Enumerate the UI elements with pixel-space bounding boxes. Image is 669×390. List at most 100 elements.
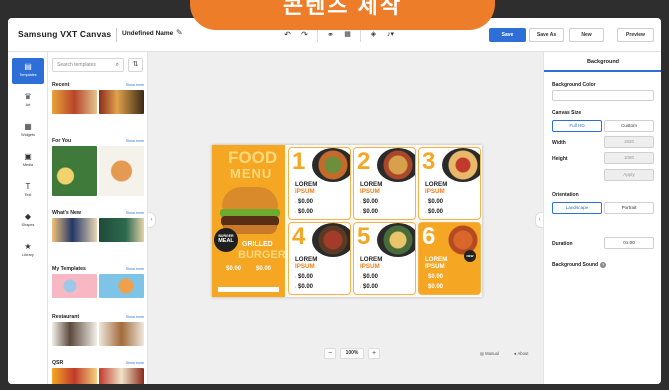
menu-poster[interactable]: FOOD MENU BURGER MEAL GRILLED BURGER $0.…	[212, 145, 482, 297]
template-thumbnail[interactable]	[99, 146, 144, 196]
menu-card[interactable]: 6 NEW LOREM IPSUM ▪ $0.00 ▪ $0.00	[418, 222, 481, 295]
bg-color-input[interactable]	[552, 90, 654, 101]
link-icon[interactable]: ⚭	[323, 28, 338, 42]
portrait-button[interactable]: Portrait	[604, 202, 654, 214]
duration-label: Duration	[552, 241, 573, 247]
rail-label: Library	[22, 253, 34, 257]
new-button[interactable]: New	[569, 28, 604, 42]
rail-item-text[interactable]: T Text	[12, 178, 44, 204]
price-row: ▪ $0.00	[295, 199, 313, 205]
collapse-right-icon[interactable]: ›	[535, 212, 543, 228]
brand-logo: Samsung VXT Canvas	[18, 29, 112, 39]
divider	[116, 28, 117, 42]
hero-price: $0.00	[226, 266, 242, 272]
card-number: 4	[292, 223, 306, 250]
card-price: $0.00	[298, 284, 314, 290]
card-title: LOREM IPSUM	[425, 181, 447, 195]
rail-item-templates[interactable]: ▤ Templates	[12, 58, 44, 84]
price-tag: ▪	[295, 210, 296, 214]
rail-label: Art	[25, 103, 31, 107]
menu-card[interactable]: 2 LOREM IPSUM ▪ $0.00 ▪ $0.00	[353, 147, 416, 220]
price-row: ▪ $0.00	[295, 284, 313, 290]
about-link[interactable]: ● About	[514, 351, 528, 356]
bg-sound-text: Background Sound	[552, 262, 599, 268]
menu-card[interactable]: 1 LOREM IPSUM ▪ $0.00 ▪ $0.00	[288, 147, 351, 220]
hero-menu-text: MENU	[230, 166, 273, 181]
template-thumbnail[interactable]	[99, 322, 144, 346]
canvas-size-label: Canvas Size	[552, 110, 582, 116]
rail-item-art[interactable]: ♛ Art	[12, 88, 44, 114]
show-more-link[interactable]: Show more	[126, 211, 144, 215]
rail-item-media[interactable]: ▣ Media	[12, 148, 44, 174]
template-thumbnail[interactable]	[52, 368, 97, 384]
help-icon[interactable]: ?	[600, 262, 607, 268]
price-tag: ▪	[360, 210, 361, 214]
show-more-link[interactable]: Show more	[126, 267, 144, 271]
template-thumbnail[interactable]	[52, 274, 97, 298]
rail-item-shapes[interactable]: ◆ Shapes	[12, 208, 44, 234]
show-more-link[interactable]: Show more	[126, 139, 144, 143]
panel-tab-background[interactable]: Background	[544, 52, 661, 72]
hero-panel[interactable]: FOOD MENU BURGER MEAL GRILLED BURGER $0.…	[212, 145, 286, 297]
undo-icon[interactable]: ↶	[280, 28, 295, 42]
width-input[interactable]: 1920	[604, 136, 654, 148]
card-price: $0.00	[298, 274, 314, 280]
custom-button[interactable]: Custom	[604, 120, 654, 132]
preview-button[interactable]: Preview	[617, 28, 654, 42]
card-price: $0.00	[298, 209, 314, 215]
menu-card[interactable]: 3 LOREM IPSUM ▪ $0.00 ▪ $0.00	[418, 147, 481, 220]
card-price: $0.00	[363, 274, 379, 280]
orientation-label: Orientation	[552, 192, 579, 198]
show-more-link[interactable]: Show more	[126, 361, 144, 365]
menu-card[interactable]: 4 LOREM IPSUM ▪ $0.00 ▪ $0.00	[288, 222, 351, 295]
dish-image	[377, 223, 415, 257]
template-thumbnail[interactable]	[52, 218, 97, 242]
manual-link[interactable]: ▤ Manual	[480, 351, 499, 356]
layers-icon[interactable]: ◈	[366, 28, 381, 42]
zoom-in-button[interactable]: +	[368, 348, 380, 359]
template-thumbnail[interactable]	[99, 368, 144, 384]
duration-input[interactable]: 01:00	[604, 237, 654, 249]
collapse-left-icon[interactable]: ‹	[148, 212, 156, 228]
pencil-icon[interactable]: ✎	[176, 28, 183, 37]
template-thumbnail[interactable]	[52, 322, 97, 346]
price-tag: ▪	[360, 285, 361, 289]
height-input[interactable]: 1080	[604, 152, 654, 164]
card-title-line1: LOREM	[425, 181, 448, 188]
divider	[317, 28, 318, 42]
search-icon[interactable]: ⌕	[116, 59, 119, 71]
filter-icon[interactable]: ⇅	[128, 58, 143, 72]
document-name[interactable]: Undefined Name	[122, 30, 173, 37]
template-thumbnail[interactable]	[52, 90, 97, 114]
menu-card[interactable]: 5 LOREM IPSUM ▪ $0.00 ▪ $0.00	[353, 222, 416, 295]
dish-image	[312, 223, 350, 257]
card-title-line2: IPSUM	[360, 263, 380, 270]
search-input[interactable]: Search templates ⌕	[52, 58, 124, 72]
zoom-level[interactable]: 100%	[340, 348, 364, 359]
zoom-out-button[interactable]: −	[324, 348, 336, 359]
apply-button[interactable]: Apply	[604, 169, 654, 181]
landscape-button[interactable]: Landscape	[552, 202, 602, 214]
section-title: Recent	[52, 82, 70, 88]
rail-item-library[interactable]: ★ Library	[12, 238, 44, 264]
canvas-area[interactable]: ‹ › FOOD MENU BURGER MEAL GRILLED BURGER…	[148, 52, 543, 384]
templates-icon: ▤	[24, 62, 32, 71]
redo-icon[interactable]: ↷	[297, 28, 312, 42]
rail-item-widgets[interactable]: ▦ Widgets	[12, 118, 44, 144]
grid-icon[interactable]: ▦	[340, 28, 355, 42]
template-thumbnail[interactable]	[52, 146, 97, 196]
price-tag: ▪	[425, 275, 426, 279]
show-more-link[interactable]: Show more	[126, 315, 144, 319]
template-thumbnail[interactable]	[99, 218, 144, 242]
template-thumbnail[interactable]	[99, 90, 144, 114]
save-as-button[interactable]: Save As	[529, 28, 564, 42]
show-more-link[interactable]: Show more	[126, 83, 144, 87]
template-thumbnail[interactable]	[99, 274, 144, 298]
side-rail: ▤ Templates ♛ Art ▦ Widgets ▣ Media T Te…	[8, 52, 48, 384]
audio-dropdown-icon[interactable]: ♪▾	[383, 28, 398, 42]
full-hd-button[interactable]: Full HD	[552, 120, 602, 132]
dish-image	[442, 148, 480, 182]
hero-food-text: FOOD	[228, 148, 278, 167]
save-button[interactable]: Save	[489, 28, 526, 42]
price-row: ▪ $0.00	[360, 284, 378, 290]
